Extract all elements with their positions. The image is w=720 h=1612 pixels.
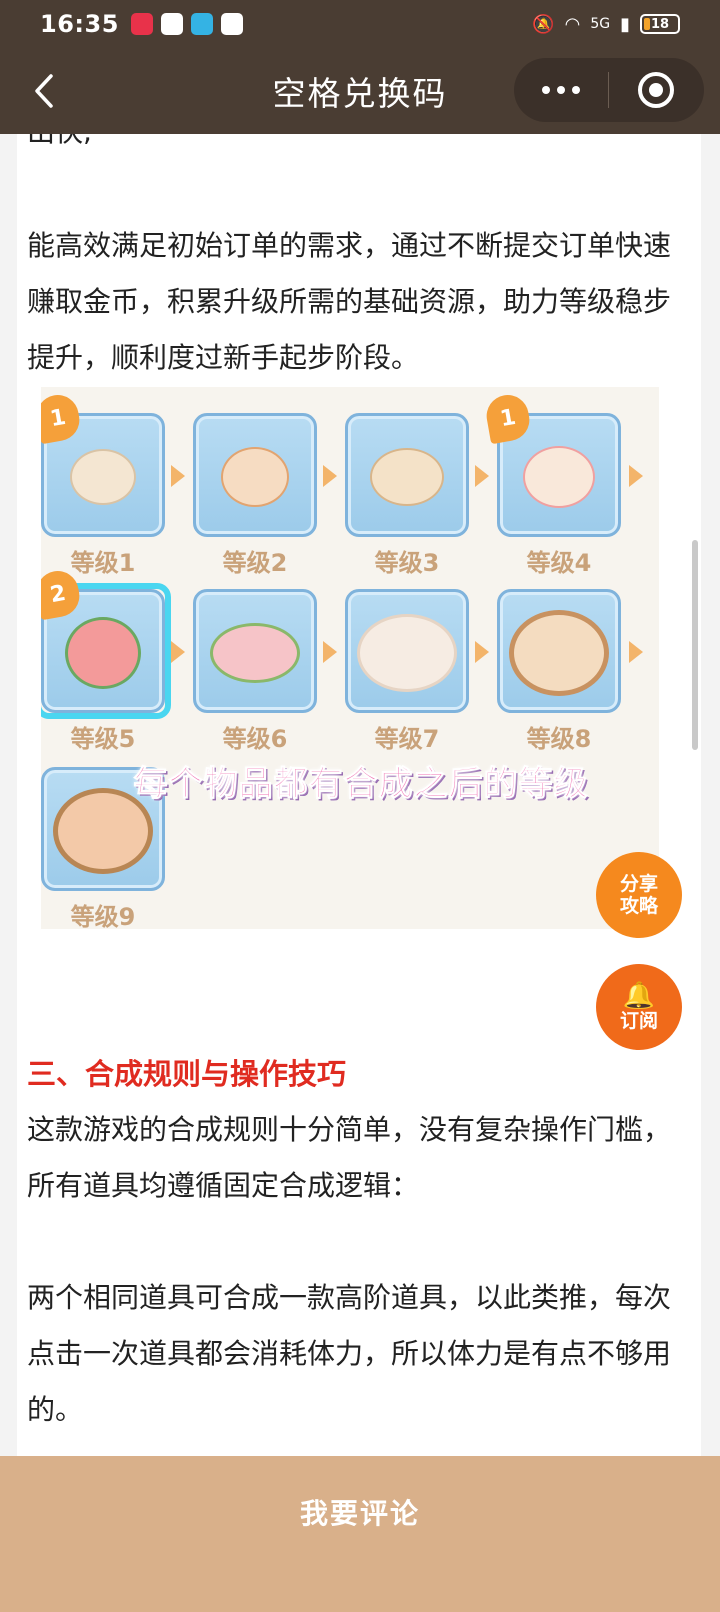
article-body: 出快; 能高效满足初始订单的需求，通过不断提交订单快速赚取金币，积累升级所需的基… xyxy=(17,134,701,1500)
status-time: 16:35 xyxy=(40,10,119,38)
wifi-icon: ◠ xyxy=(564,13,581,35)
share-guide-label: 分享攻略 xyxy=(619,873,658,917)
arrow-icon xyxy=(171,641,185,663)
mute-bell-icon: 🔕 xyxy=(532,13,555,35)
article-paragraph: 两个相同道具可合成一款高阶道具，以此类推，每次点击一次道具都会消耗体力，所以体力… xyxy=(27,1281,672,1426)
top-bar: 16:35 🔕 ◠ 5G ▮ 18 空格兑换码 xyxy=(0,0,720,134)
subscribe-label: 订阅 xyxy=(619,1010,658,1032)
level-label: 等级3 xyxy=(374,549,440,577)
comment-bar[interactable]: 我要评论 xyxy=(0,1456,720,1612)
game-level-image: 1 1 等级1 等级2 等级3 等级4 2 等级5 等级6 等级7 等级8 等级… xyxy=(41,387,659,929)
image-caption: 每个物品都有合成之后的等级 xyxy=(133,764,589,805)
item-tile xyxy=(193,413,317,537)
item-tile xyxy=(345,589,469,713)
arrow-icon xyxy=(629,641,643,663)
chevron-left-icon xyxy=(35,74,53,108)
arrow-icon xyxy=(323,641,337,663)
status-right: 🔕 ◠ 5G ▮ 18 xyxy=(532,14,680,35)
network-label: 5G xyxy=(590,16,611,32)
level-label: 等级2 xyxy=(222,549,288,577)
article-paragraph: 能高效满足初始订单的需求，通过不断提交订单快速赚取金币，积累升级所需的基础资源，… xyxy=(27,229,672,374)
article-paragraph: 这款游戏的合成规则十分简单，没有复杂操作门槛，所有道具均遵循固定合成逻辑： xyxy=(27,1113,672,1202)
arrow-icon xyxy=(475,465,489,487)
battery-level: 18 xyxy=(650,16,670,32)
reader-icon xyxy=(190,13,213,35)
subscribe-button[interactable]: 🔔 订阅 xyxy=(596,964,682,1050)
share-guide-button[interactable]: 分享攻略 xyxy=(596,852,682,938)
arrow-icon xyxy=(629,465,643,487)
arrow-icon xyxy=(475,641,489,663)
level-label: 等级6 xyxy=(222,725,288,753)
nav-bar: 空格兑换码 xyxy=(0,48,720,134)
level-label: 等级8 xyxy=(526,725,592,753)
level-label: 等级7 xyxy=(374,725,440,753)
close-miniprogram-button[interactable] xyxy=(609,72,703,108)
section-heading: 三、合成规则与操作技巧 xyxy=(27,1057,347,1091)
bell-icon: 🔔 xyxy=(622,981,656,1011)
more-button[interactable] xyxy=(514,86,608,94)
arrow-icon xyxy=(171,465,185,487)
arrow-icon xyxy=(323,465,337,487)
back-button[interactable] xyxy=(24,66,64,116)
signal-icon: ▮ xyxy=(620,13,630,35)
item-tile xyxy=(497,589,621,713)
mini-program-capsule xyxy=(514,58,704,122)
more-dots-icon xyxy=(542,86,550,94)
scrollbar[interactable] xyxy=(692,540,698,750)
level-label: 等级9 xyxy=(70,903,136,929)
xiaohongshu-icon xyxy=(130,13,153,35)
status-app-icons xyxy=(130,13,243,35)
status-bar: 16:35 🔕 ◠ 5G ▮ 18 xyxy=(0,0,720,48)
item-tile xyxy=(193,589,317,713)
comment-button-label: 我要评论 xyxy=(299,1497,420,1530)
item-tile xyxy=(345,413,469,537)
target-icon xyxy=(638,72,674,108)
article-cut-text: 出快; xyxy=(27,134,92,150)
browser-icon xyxy=(160,13,183,35)
browser-icon-2 xyxy=(220,13,243,35)
battery-icon: 18 xyxy=(640,14,680,34)
level-label: 等级4 xyxy=(526,549,592,577)
level-label: 等级5 xyxy=(70,725,136,753)
